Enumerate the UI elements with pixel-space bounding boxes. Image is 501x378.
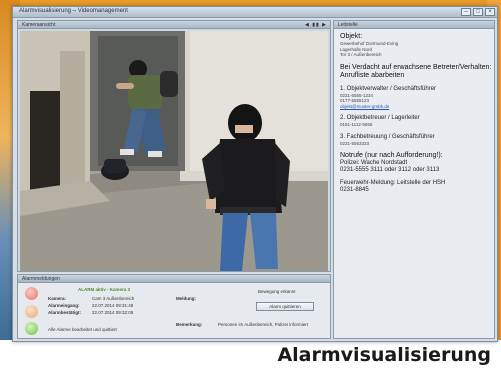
alarm-row-label: Alarmbestätigt: (48, 310, 82, 315)
feuerwehr-title: Feuerwehr-Meldung: Leitstelle der HSH (340, 180, 446, 186)
meldung-label: Meldung: (176, 296, 196, 301)
contact1-title: 1. Objektverwalter / Geschäftsführer (340, 85, 437, 92)
notruf-line: Polizei: Wache Nordstadt (340, 160, 408, 166)
notruf-title: Notrufe (nur nach Aufforderung!): (340, 152, 443, 159)
alarm-panel-header: Alarmmeldungen (18, 275, 330, 283)
alarm-row-label: Alarmeingang: (48, 303, 80, 308)
camera-image (20, 31, 328, 271)
video-panel-header: Kameraansicht ◀ ▮▮ ▶ (18, 21, 330, 29)
window-title: Alarmvisualisierung – Videomanagement (19, 8, 128, 14)
image-caption: Alarmvisualisierung (277, 344, 491, 366)
info-panel-title: Leitstelle (338, 22, 358, 28)
info-panel-header: Leitstelle (334, 21, 494, 29)
maximize-button[interactable]: □ (473, 8, 483, 16)
video-panel: Kameraansicht ◀ ▮▮ ▶ (17, 20, 331, 272)
alarm-green-light-icon (25, 322, 38, 335)
info-content: Objekt: Gewerbehof Dortmund-Eving Lagerh… (340, 33, 492, 194)
alarm-row-value: 22.07.2014 09:32:05 (92, 310, 134, 315)
app-window: Alarmvisualisierung – Videomanagement – … (12, 6, 498, 342)
close-button[interactable]: × (485, 8, 495, 16)
contact3-title: 3. Fachbetreuung / Geschäftsführer (340, 133, 435, 140)
bemerkung-value: Personen im Außenbereich, Polizei inform… (218, 322, 309, 327)
minimize-button[interactable]: – (461, 8, 471, 16)
instruction-text: Bei Verdacht auf erwachsene Betreter/Ver… (340, 63, 492, 71)
meldung-value: Bewegung erkannt (258, 289, 296, 294)
notruf-line: 0231-5555 3111 oder 3112 oder 3113 (340, 167, 440, 173)
alarm-body: ALARM aktiv - Kamera 3 Kamera: Cam 3 Auß… (18, 284, 330, 339)
alarm-status-text: ALARM aktiv - Kamera 3 (78, 287, 131, 292)
alarm-panel: Alarmmeldungen ALARM aktiv - Kamera 3 Ka… (17, 274, 331, 339)
alarm-row-value: 22.07.2014 09:31:48 (92, 303, 134, 308)
alarm-row-label: Kamera: (48, 296, 67, 301)
title-bar: Alarmvisualisierung – Videomanagement – … (13, 7, 497, 18)
object-label: Objekt: (340, 33, 363, 40)
alarm-orange-light-icon (25, 305, 38, 318)
alarm-red-light-icon (25, 287, 38, 300)
video-panel-title: Kameraansicht (22, 22, 56, 28)
alarm-instruction-panel: Leitstelle Objekt: Gewerbehof Dortmund-E… (333, 20, 495, 339)
alarm-panel-title: Alarmmeldungen (22, 276, 60, 282)
alarm-row-value: Cam 3 Außenbereich (92, 296, 135, 301)
camera-video-feed[interactable] (20, 31, 328, 271)
playback-controls[interactable]: ◀ ▮▮ ▶ (305, 22, 327, 28)
alarm-footer-text: Alle Alarme bearbeitet und quittiert (48, 327, 117, 332)
contact2-title: 2. Objektbetreuer / Lagerleiter (340, 115, 420, 121)
instruction-text-2: Anrufliste abarbeiten (340, 71, 405, 79)
bemerkung-label: Bemerkung: (176, 322, 203, 327)
acknowledge-alarm-button[interactable]: Alarm quittieren (256, 302, 314, 311)
feuerwehr-phone: 0231-8845 (340, 187, 369, 193)
